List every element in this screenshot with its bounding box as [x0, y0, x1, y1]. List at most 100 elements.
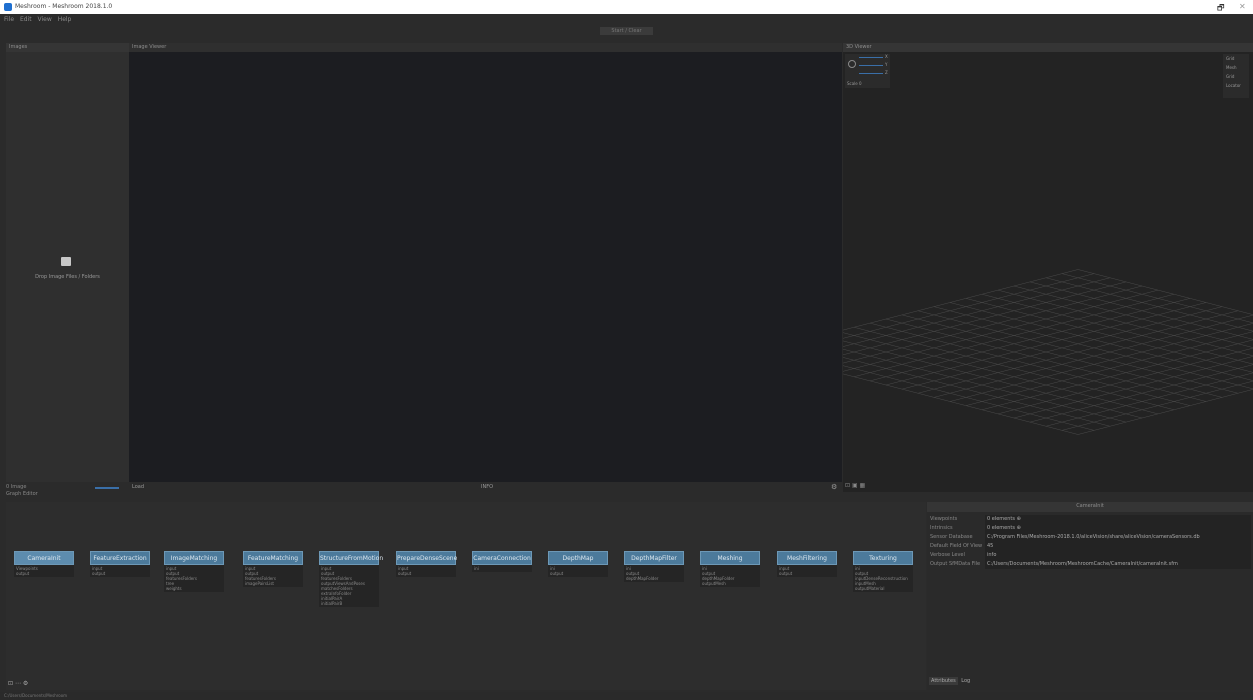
node-attributes: input output featuresFolders imagePairsList — [243, 565, 303, 587]
node-5[interactable]: PrepareDenseScene — [396, 551, 457, 565]
images-panel[interactable]: Drop Image Files / Folders — [6, 52, 129, 482]
grid-line — [981, 339, 1253, 410]
grid-line — [843, 357, 1111, 427]
grid-line — [843, 340, 1143, 419]
node-0[interactable]: CameraInit — [14, 551, 74, 565]
node-7[interactable]: DepthMap — [548, 551, 608, 565]
image-gallery-icon — [61, 257, 71, 266]
grid-line — [843, 365, 1095, 431]
ground-grid — [843, 269, 1253, 435]
attribute-label: Verbose Level — [930, 552, 965, 558]
attribute-value[interactable]: 0 elements ⊕ — [985, 524, 1251, 533]
graph-footer-icon[interactable]: ⚙ — [23, 680, 28, 687]
node-6[interactable]: CameraConnection — [472, 551, 532, 565]
grid-line — [843, 269, 1079, 331]
menu-bar: File Edit View Help — [0, 14, 1253, 26]
node-attributes: input output featuresFolders tree weights — [164, 565, 224, 592]
node-attributes: Viewpoints output — [14, 565, 74, 577]
graph-footer-icon[interactable]: ⋯ — [15, 680, 21, 687]
viewer-info-label: INFO — [481, 484, 494, 490]
node-3[interactable]: FeatureMatching — [243, 551, 303, 565]
title-bar: Meshroom - Meshroom 2018.1.0 🗗 ✕ — [0, 0, 1253, 14]
node-4[interactable]: StructureFromMotion — [319, 551, 383, 565]
toolbar: Start / Clear — [0, 26, 1253, 36]
node-attributes: ini output — [548, 565, 608, 577]
node-10[interactable]: MeshFiltering — [777, 551, 837, 565]
image-viewer-header: Image Viewer — [129, 43, 842, 52]
window-title: Meshroom - Meshroom 2018.1.0 — [15, 3, 113, 10]
images-panel-header: Images — [6, 43, 129, 52]
drop-images-hint: Drop Image Files / Folders — [35, 274, 100, 280]
menu-file[interactable]: File — [4, 16, 14, 23]
node-attributes: ini output depthMapFolder outputMesh — [700, 565, 760, 587]
node-port[interactable]: weights — [166, 586, 222, 591]
thumbnail-size-slider[interactable] — [95, 487, 119, 489]
scene-panel-header: 3D Viewer — [843, 43, 1253, 52]
close-icon[interactable]: ✕ — [1239, 2, 1246, 11]
grid-line — [843, 285, 1143, 364]
attribute-value[interactable]: C:/Program Files/Meshroom-2018.1.0/alice… — [985, 533, 1251, 542]
graph-footer-icons: ⊡ ⋯ ⚙ — [8, 680, 28, 687]
node-attributes: input output — [90, 565, 150, 577]
node-port[interactable]: output — [398, 571, 454, 576]
node-port[interactable]: output — [92, 571, 148, 576]
viewer-load-label: Load — [132, 484, 144, 490]
grid-line — [981, 294, 1253, 365]
node-port[interactable]: output — [16, 571, 72, 576]
grid-line — [1077, 269, 1253, 315]
node-attributes: input output featuresFolders outputViewsAnd… — [319, 565, 379, 607]
image-viewer-canvas[interactable] — [129, 52, 842, 482]
tab-log[interactable]: Log — [959, 677, 972, 685]
grid-line — [1013, 356, 1253, 419]
compute-button[interactable]: Start / Clear — [600, 27, 653, 35]
node-port[interactable]: depthMapFolder — [626, 576, 682, 581]
node-8[interactable]: DepthMapFilter — [624, 551, 684, 565]
node-1[interactable]: FeatureExtraction — [90, 551, 150, 565]
attribute-value[interactable]: info — [985, 551, 1251, 560]
attribute-value[interactable]: 0 elements ⊕ — [985, 515, 1251, 524]
node-port[interactable]: initialPairB — [321, 601, 377, 606]
grid-line — [843, 273, 1095, 339]
tab-attributes[interactable]: Attributes — [929, 677, 958, 685]
menu-help[interactable]: Help — [58, 16, 72, 23]
attribute-label: Viewpoints — [930, 516, 958, 522]
node-11[interactable]: Texturing — [853, 551, 913, 565]
attribute-label: Default Field Of View — [930, 543, 983, 549]
node-9[interactable]: Meshing — [700, 551, 760, 565]
attribute-label: Intrinsics — [930, 525, 953, 531]
menu-view[interactable]: View — [38, 16, 52, 23]
viewer-settings-icon[interactable]: ⚙ — [831, 483, 837, 491]
scene-footer-icon[interactable]: ▣ — [852, 482, 858, 489]
graph-editor[interactable]: ⊡ ⋯ ⚙ — [6, 502, 926, 690]
scene-footer-icon[interactable]: ⊡ — [845, 482, 850, 489]
node-attributes: input output — [777, 565, 837, 577]
scene-footer-icons: ⊡ ▣ ▦ — [845, 482, 865, 489]
node-attributes: ini — [472, 565, 532, 572]
node-port[interactable]: output — [779, 571, 835, 576]
attribute-value[interactable]: C:/Users/Documents/Meshroom/MeshroomCach… — [985, 560, 1251, 569]
attribute-label: Output SfMData File — [930, 561, 981, 567]
node-attributes: ini output depthMapFolder — [624, 565, 684, 582]
menu-edit[interactable]: Edit — [20, 16, 32, 23]
node-port[interactable]: output — [550, 571, 606, 576]
attribute-value[interactable]: 45 — [985, 542, 1251, 551]
node-port[interactable]: ini — [474, 566, 530, 571]
node-2[interactable]: ImageMatching — [164, 551, 224, 565]
status-bar: C:/Users/Documents/Meshroom — [0, 692, 1253, 700]
scene-3d-viewer[interactable]: X Y Z Scale 0 Grid Mesh Grid Locator ⊡ ▣… — [843, 52, 1253, 492]
node-port[interactable]: outputMesh — [702, 581, 758, 586]
grid-line — [1013, 285, 1253, 348]
attribute-tabs: Attributes Log — [929, 677, 972, 685]
attribute-editor-header: CameraInit — [927, 502, 1253, 512]
scene-footer-icon[interactable]: ▦ — [860, 482, 866, 489]
grid-line — [949, 323, 1253, 402]
meshroom-app-icon — [4, 3, 12, 11]
graph-footer-icon[interactable]: ⊡ — [8, 680, 13, 687]
grid-line — [843, 373, 1079, 435]
image-count: 0 Image — [6, 484, 27, 490]
node-attributes: input output — [396, 565, 456, 577]
node-port[interactable]: outputMaterial — [855, 586, 911, 591]
grid-line — [949, 302, 1253, 381]
node-port[interactable]: imagePairsList — [245, 581, 301, 586]
node-attributes: ini output inputDenseReconstruction inputMe… — [853, 565, 913, 592]
